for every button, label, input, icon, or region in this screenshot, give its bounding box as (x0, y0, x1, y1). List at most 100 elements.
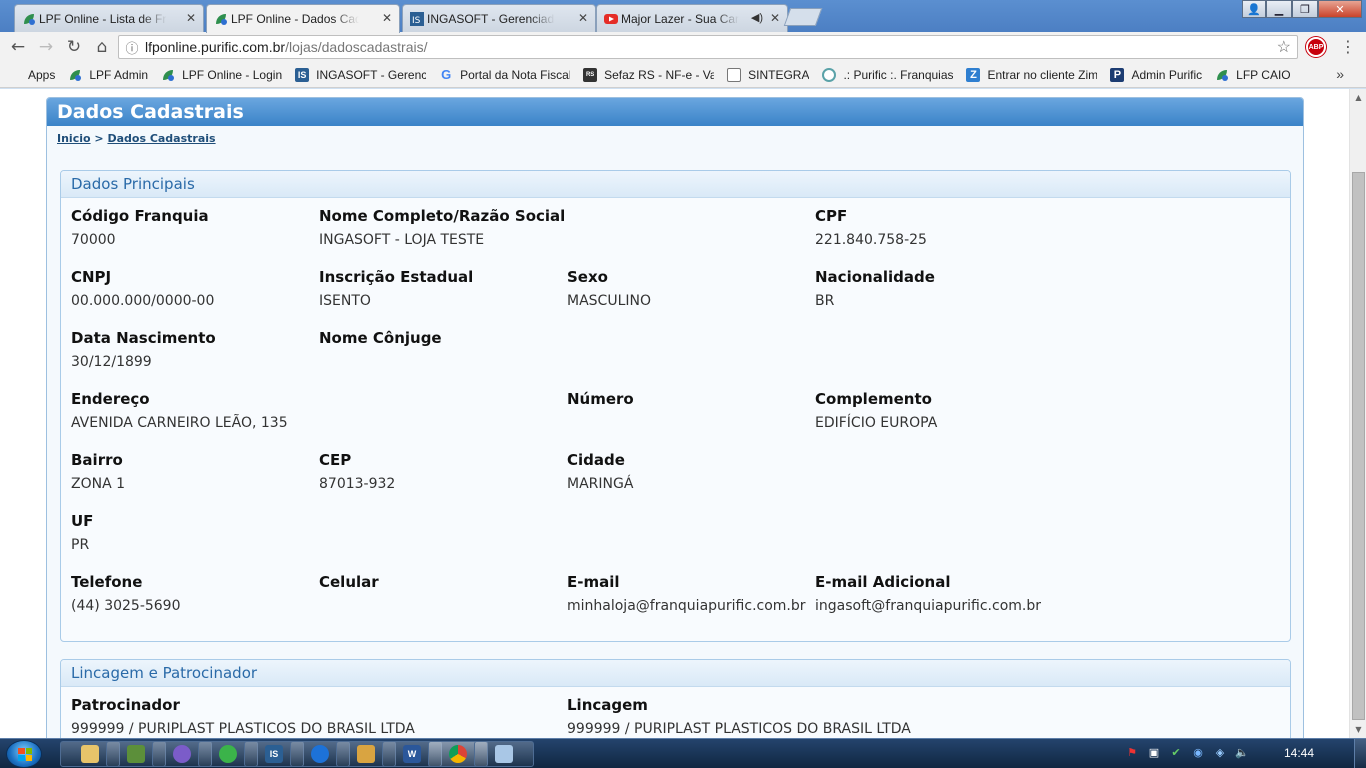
bookmark-star-icon[interactable]: ☆ (1277, 37, 1291, 57)
bookmark-apps[interactable]: Apps (10, 68, 55, 82)
google-icon: G (441, 67, 452, 82)
field-value: 30/12/1899 (71, 354, 152, 370)
bookmark-label: SINTEGRA (748, 67, 810, 82)
field-label: Lincagem (567, 696, 648, 714)
tab-lpf-lista[interactable]: LPF Online - Lista de Fran ✕ (14, 4, 204, 32)
wifi-icon[interactable]: ◈ (1212, 744, 1228, 760)
page-title: Dados Cadastrais (57, 101, 244, 123)
close-icon[interactable]: ✕ (382, 11, 392, 25)
breadcrumb-home-link[interactable]: Inicio (57, 132, 91, 145)
media-icon (173, 745, 191, 763)
bookmark-portal-nota[interactable]: G Portal da Nota Fiscal (439, 67, 570, 82)
field-endereco: Endereço AVENIDA CARNEIRO LEÃO, 135 (71, 390, 288, 431)
field-celular: Celular (319, 573, 379, 598)
zimbra-icon: Z (966, 67, 981, 82)
field-value: 00.000.000/0000-00 (71, 293, 215, 309)
field-value: BR (815, 293, 835, 309)
security-flag-icon[interactable]: ⚑ (1124, 744, 1140, 760)
section-dados-principais: Dados Principais Código Franquia 70000 N… (60, 170, 1291, 642)
new-tab-button[interactable] (783, 8, 823, 26)
bookmark-lpf-admin[interactable]: LPF Admin (68, 68, 148, 82)
user-icon[interactable]: 👤 (1242, 0, 1266, 18)
back-arrow-icon[interactable]: ← (4, 33, 32, 61)
field-label: CPF (815, 207, 848, 225)
lpf-leaf-icon (24, 14, 35, 25)
sync-check-icon[interactable]: ✔ (1168, 744, 1184, 760)
close-icon[interactable]: ✕ (578, 11, 588, 25)
info-icon[interactable]: ⓘ (119, 38, 145, 57)
tab-strip: LPF Online - Lista de Fran ✕ LPF Online … (0, 0, 1366, 33)
start-button[interactable] (6, 740, 42, 768)
bookmark-sintegra[interactable]: SINTEGRA (727, 67, 810, 82)
chevron-right-icon[interactable]: » (1336, 66, 1344, 82)
network-monitor-icon[interactable]: ▣ (1146, 744, 1162, 760)
field-label: Sexo (567, 268, 608, 286)
bookmark-sefaz[interactable]: RS Sefaz RS - NF-e - Vali (583, 67, 714, 82)
field-label: Complemento (815, 390, 932, 408)
field-codigo-franquia: Código Franquia 70000 (71, 207, 209, 248)
field-bairro: Bairro ZONA 1 (71, 451, 125, 492)
field-value: 221.840.758-25 (815, 232, 927, 248)
volume-icon[interactable]: 🔈 (1234, 744, 1250, 760)
field-nome-completo: Nome Completo/Razão Social INGASOFT - LO… (319, 207, 565, 248)
bookmark-admin-purific[interactable]: P Admin Purific (1110, 67, 1203, 82)
speaker-icon: ◀) (750, 12, 763, 24)
field-email-adicional: E-mail Adicional ingasoft@franquiapurifi… (815, 573, 1041, 614)
window-close-button[interactable]: ✕ (1318, 0, 1362, 18)
tab-youtube[interactable]: Major Lazer - Sua Car ◀) ✕ (596, 4, 788, 32)
home-icon[interactable]: ⌂ (88, 33, 116, 61)
bookmark-ingasoft[interactable]: IS INGASOFT - Gerencia (295, 67, 426, 82)
address-bar[interactable]: ⓘ lfponline.purific.com.br/lojas/dadosca… (118, 35, 1298, 59)
reload-icon[interactable]: ↻ (60, 33, 88, 61)
lpf-leaf-icon (1217, 69, 1229, 81)
ingasoft-icon: IS (410, 12, 424, 26)
close-icon[interactable]: ✕ (186, 11, 196, 25)
maximize-button[interactable]: ❐ (1292, 0, 1318, 18)
bookmark-zimbra[interactable]: Z Entrar no cliente Zim (966, 67, 1097, 82)
system-tray: ⚑ ▣ ✔ ◉ ◈ 🔈 (1124, 744, 1250, 760)
field-nacionalidade: Nacionalidade BR (815, 268, 935, 309)
bookmark-label: Admin Purific (1131, 67, 1203, 82)
field-cpf: CPF 221.840.758-25 (815, 207, 927, 248)
close-icon[interactable]: ✕ (770, 11, 780, 25)
adblock-icon[interactable]: ABP (1306, 37, 1326, 57)
field-email: E-mail minhaloja@franquiapurific.com.br (567, 573, 806, 614)
bookmark-label: LPF Online - Login (182, 67, 283, 82)
field-label: Nome Completo/Razão Social (319, 207, 566, 225)
taskbar: IS W ⚑ ▣ ✔ ◉ ◈ 🔈 14:44 (0, 738, 1366, 768)
field-label: Telefone (71, 573, 143, 591)
field-cidade: Cidade MARINGÁ (567, 451, 633, 492)
bookmark-lpf-login[interactable]: LPF Online - Login (161, 68, 282, 82)
show-desktop-button[interactable] (1354, 739, 1366, 768)
chrome-icon (449, 745, 467, 763)
field-label: CNPJ (71, 268, 112, 286)
field-value: 999999 / PURIPLAST PLASTICOS DO BRASIL L… (71, 721, 415, 737)
teamviewer-tray-icon[interactable]: ◉ (1190, 744, 1206, 760)
scrollbar-thumb[interactable] (1352, 172, 1365, 720)
field-label: Bairro (71, 451, 123, 469)
main-panel: Dados Cadastrais Inicio > Dados Cadastra… (46, 97, 1304, 738)
forward-arrow-icon[interactable]: → (32, 33, 60, 61)
taskbar-notepad[interactable] (474, 741, 534, 767)
scroll-down-arrow-icon[interactable]: ▼ (1350, 721, 1366, 738)
url-path: /lojas/dadoscadastrais/ (285, 39, 428, 55)
field-label: UF (71, 512, 94, 530)
bookmark-purific-franquias[interactable]: .: Purific :. Franquias d (822, 67, 953, 82)
field-value: ingasoft@franquiapurific.com.br (815, 598, 1041, 614)
vertical-scrollbar[interactable]: ▲ ▼ (1349, 89, 1366, 738)
field-label: Código Franquia (71, 207, 209, 225)
notepad-icon (495, 745, 513, 763)
field-lincagem: Lincagem 999999 / PURIPLAST PLASTICOS DO… (567, 696, 911, 737)
scroll-up-arrow-icon[interactable]: ▲ (1350, 89, 1366, 106)
url-host: lfponline.purific.com.br (145, 39, 286, 55)
minimize-button[interactable]: ▁ (1266, 0, 1292, 18)
tab-ingasoft[interactable]: IS INGASOFT - Gerenciador ✕ (402, 4, 596, 32)
menu-icon[interactable]: ⋮ (1338, 37, 1358, 57)
clock[interactable]: 14:44 (1284, 746, 1314, 760)
field-value: MASCULINO (567, 293, 651, 309)
bookmark-lfp-caio[interactable]: LFP CAIO (1215, 68, 1291, 82)
purific-icon (822, 67, 837, 82)
tab-lpf-dados[interactable]: LPF Online - Dados Cada ✕ (206, 4, 400, 33)
breadcrumb-current-link[interactable]: Dados Cadastrais (107, 132, 215, 145)
field-telefone: Telefone (44) 3025-5690 (71, 573, 181, 614)
